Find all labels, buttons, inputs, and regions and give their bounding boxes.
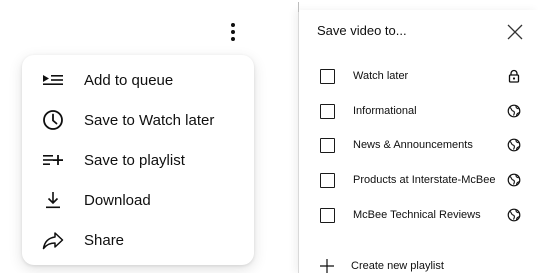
globe-icon	[507, 104, 521, 118]
playlist-name: News & Announcements	[353, 139, 473, 151]
playlist-row-products[interactable]: Products at Interstate-McBee	[299, 167, 538, 193]
kebab-dot	[231, 23, 235, 27]
menu-item-download[interactable]: Download	[22, 180, 254, 220]
clock-icon	[40, 108, 66, 132]
share-icon	[40, 228, 66, 252]
video-actions-menu: Add to queue Save to Watch later Save to…	[22, 55, 254, 265]
dialog-title: Save video to...	[317, 23, 407, 38]
menu-item-save-to-playlist[interactable]: Save to playlist	[22, 140, 254, 180]
playlist-name: Watch later	[353, 70, 409, 82]
menu-item-share[interactable]: Share	[22, 220, 254, 260]
globe-icon	[507, 208, 521, 222]
divider	[298, 2, 299, 12]
globe-icon	[507, 138, 521, 152]
menu-item-label: Save to Watch later	[84, 111, 215, 129]
kebab-dot	[231, 37, 235, 41]
playlist-name: Informational	[353, 105, 417, 117]
playlist-name: McBee Technical Reviews	[353, 209, 481, 221]
add-to-queue-icon	[40, 68, 66, 92]
kebab-dot	[231, 30, 235, 34]
playlist-name: Products at Interstate-McBee	[353, 174, 496, 186]
create-new-playlist-button[interactable]: Create new playlist	[299, 255, 538, 273]
screen: Add to queue Save to Watch later Save to…	[0, 0, 538, 273]
plus-icon	[319, 258, 335, 273]
menu-item-label: Add to queue	[84, 71, 174, 89]
save-to-playlist-dialog: Save video to... Watch later Information…	[298, 2, 538, 273]
playlist-row-watch-later[interactable]: Watch later	[299, 63, 538, 89]
globe-icon	[507, 173, 521, 187]
playlist-checkbox[interactable]	[320, 137, 335, 153]
menu-item-label: Save to playlist	[84, 151, 185, 169]
playlist-add-icon	[40, 148, 66, 172]
menu-item-label: Share	[84, 231, 125, 249]
playlist-row-news-announcements[interactable]: News & Announcements	[299, 132, 538, 158]
close-button[interactable]	[506, 23, 524, 41]
playlist-checkbox[interactable]	[320, 103, 335, 119]
create-new-playlist-label: Create new playlist	[351, 260, 444, 272]
playlist-checkbox[interactable]	[320, 207, 335, 223]
menu-item-add-to-queue[interactable]: Add to queue	[22, 60, 254, 100]
menu-item-save-to-watch-later[interactable]: Save to Watch later	[22, 100, 254, 140]
playlist-row-informational[interactable]: Informational	[299, 98, 538, 124]
lock-icon	[507, 69, 521, 83]
download-icon	[40, 188, 66, 212]
playlist-row-technical-reviews[interactable]: McBee Technical Reviews	[299, 202, 538, 228]
more-actions-button[interactable]	[224, 20, 242, 44]
menu-item-label: Download	[84, 191, 151, 209]
playlist-checkbox[interactable]	[320, 172, 335, 188]
playlist-checkbox[interactable]	[320, 68, 335, 84]
close-icon	[507, 24, 523, 40]
